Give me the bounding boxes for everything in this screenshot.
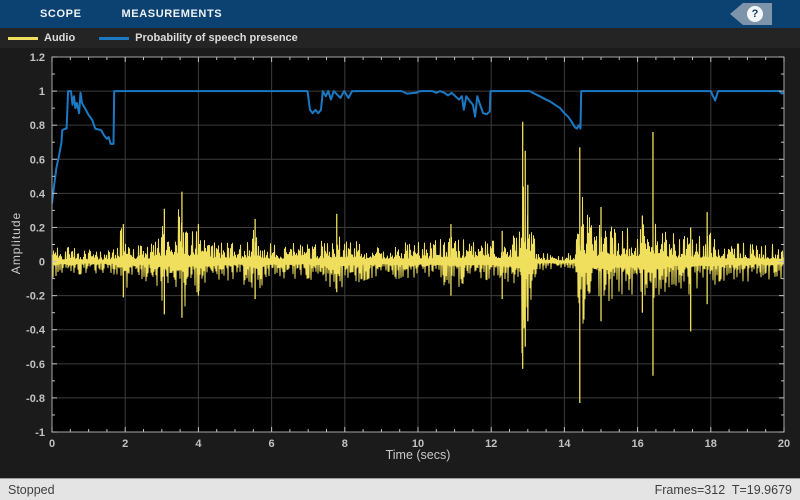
scope-window: SCOPE MEASUREMENTS ? Audio Probability o… bbox=[0, 0, 800, 500]
frames-time-readout: Frames=312 T=19.9679 bbox=[655, 483, 792, 497]
toolstrip: SCOPE MEASUREMENTS ? bbox=[0, 0, 800, 28]
legend-item-probability[interactable]: Probability of speech presence bbox=[99, 32, 298, 44]
legend: Audio Probability of speech presence bbox=[0, 28, 800, 48]
svg-text:0.8: 0.8 bbox=[30, 120, 45, 132]
legend-item-audio[interactable]: Audio bbox=[8, 32, 75, 44]
x-axis-label: Time (secs) bbox=[52, 448, 784, 462]
probability-line-swatch bbox=[99, 37, 129, 40]
svg-text:-0.8: -0.8 bbox=[26, 393, 45, 405]
help-button[interactable]: ? bbox=[730, 3, 772, 25]
tab-measurements[interactable]: MEASUREMENTS bbox=[118, 0, 227, 28]
svg-text:0.4: 0.4 bbox=[30, 188, 46, 200]
svg-text:0.6: 0.6 bbox=[30, 154, 45, 166]
plot[interactable]: 02468101214161820-1-0.8-0.6-0.4-0.200.20… bbox=[0, 48, 800, 478]
svg-text:0: 0 bbox=[39, 257, 45, 269]
figure-area[interactable]: 02468101214161820-1-0.8-0.6-0.4-0.200.20… bbox=[0, 48, 800, 478]
svg-text:1.2: 1.2 bbox=[30, 52, 45, 64]
svg-text:0.2: 0.2 bbox=[30, 222, 45, 234]
y-axis-label: Amplitude bbox=[9, 193, 23, 293]
svg-text:-0.6: -0.6 bbox=[26, 359, 45, 371]
audio-line-swatch bbox=[8, 37, 38, 40]
legend-label-audio: Audio bbox=[44, 32, 75, 44]
help-icon: ? bbox=[747, 6, 763, 22]
svg-text:-0.2: -0.2 bbox=[26, 291, 45, 303]
status-text: Stopped bbox=[8, 483, 55, 497]
svg-text:1: 1 bbox=[39, 86, 45, 98]
tab-scope[interactable]: SCOPE bbox=[36, 0, 86, 28]
svg-text:-1: -1 bbox=[35, 427, 45, 439]
legend-label-probability: Probability of speech presence bbox=[135, 32, 298, 44]
svg-text:-0.4: -0.4 bbox=[26, 325, 46, 337]
status-bar: Stopped Frames=312 T=19.9679 bbox=[0, 478, 800, 500]
